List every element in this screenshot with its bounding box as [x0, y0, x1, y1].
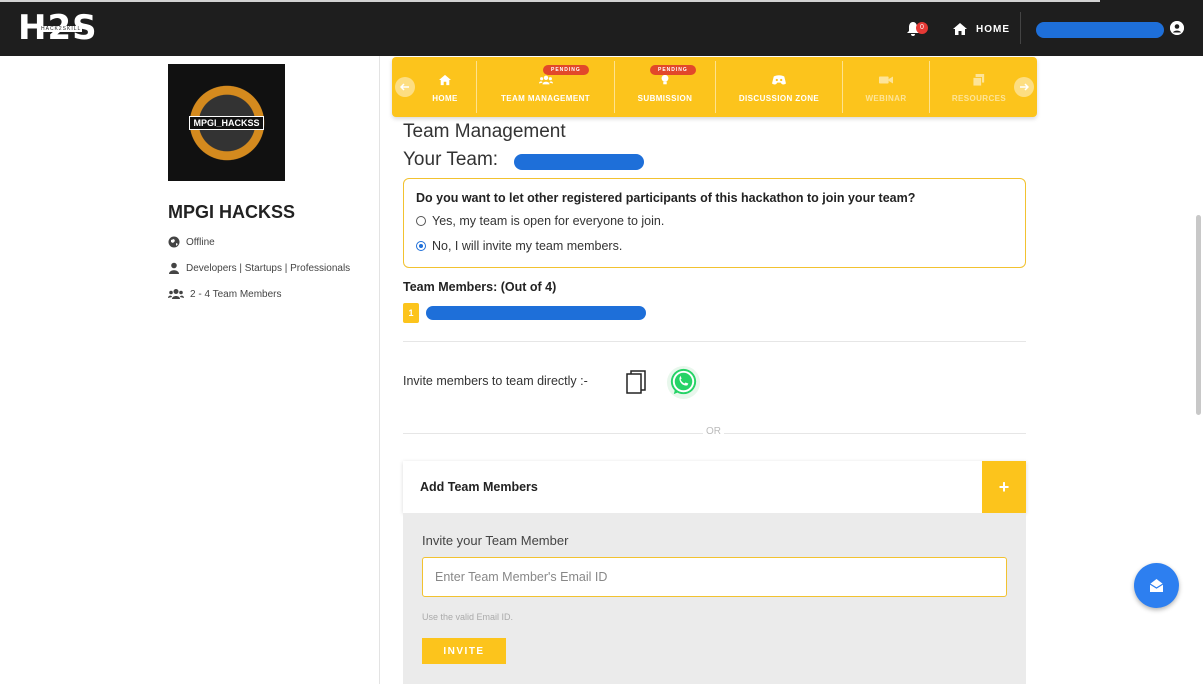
users-icon	[168, 289, 184, 299]
invite-direct-label: Invite members to team directly :-	[403, 374, 588, 388]
notifications-button[interactable]: 0	[906, 18, 932, 40]
user-icon	[169, 262, 179, 274]
tabs-prev-button[interactable]	[395, 77, 415, 97]
tab-resources-label: RESOURCES	[951, 94, 1007, 103]
tab-webinar[interactable]: WEBINAR	[843, 57, 929, 117]
logo-emblem: MPGI_HACKSS	[181, 77, 272, 168]
header-divider	[1020, 12, 1021, 44]
email-hint: Use the valid Email ID.	[422, 612, 514, 622]
section-divider	[403, 341, 1026, 342]
member-email-input[interactable]	[422, 557, 1007, 597]
header-home-label: HOME	[976, 23, 1010, 35]
event-audience: Developers | Startups | Professionals	[168, 262, 350, 274]
notification-badge: 0	[916, 22, 928, 34]
tab-discussion-zone-label: DISCUSSION ZONE	[738, 94, 820, 103]
invite-member-label: Invite your Team Member	[422, 533, 569, 548]
files-icon	[972, 74, 985, 86]
tab-team-management[interactable]: PENDING TEAM MANAGEMENT	[477, 57, 614, 117]
copy-link-icon[interactable]	[626, 370, 646, 394]
pending-badge: PENDING	[543, 65, 589, 75]
hackathon-tabs: HOME PENDING TEAM MANAGEMENT PENDING SUB…	[392, 57, 1037, 117]
event-team-size-label: 2 - 4 Team Members	[190, 288, 282, 300]
users-icon	[538, 75, 553, 85]
event-audience-label: Developers | Startups | Professionals	[186, 262, 351, 274]
tab-submission[interactable]: PENDING SUBMISSION	[615, 57, 715, 117]
event-mode: Offline	[168, 236, 215, 248]
pending-badge: PENDING	[650, 65, 696, 75]
team-visibility-question: Do you want to let other registered part…	[416, 191, 916, 205]
option-open-team[interactable]: Yes, my team is open for everyone to joi…	[416, 214, 664, 228]
chat-fab-button[interactable]	[1134, 563, 1179, 608]
event-team-size: 2 - 4 Team Members	[168, 288, 282, 300]
tab-discussion-zone[interactable]: DISCUSSION ZONE	[716, 57, 842, 117]
logo-subtext: HACK2SKILL	[40, 26, 83, 32]
home-icon	[439, 74, 451, 86]
tab-home[interactable]: HOME	[414, 57, 476, 117]
discord-icon	[772, 75, 786, 85]
tab-webinar-label: WEBINAR	[865, 94, 907, 103]
top-navbar: H2S HACK2SKILL 0 HOME	[0, 0, 1203, 56]
tabs-next-button[interactable]	[1014, 77, 1034, 97]
home-icon	[953, 23, 967, 35]
member-name-redacted	[426, 306, 646, 320]
invite-button[interactable]: INVITE	[422, 638, 506, 664]
invite-member-form: Invite your Team Member Use the valid Em…	[403, 513, 1026, 684]
add-team-members-label: Add Team Members	[420, 480, 538, 494]
event-mode-label: Offline	[186, 236, 215, 248]
add-team-members-panel[interactable]: Add Team Members +	[403, 461, 1026, 513]
option-invite-members-label: No, I will invite my team members.	[432, 239, 623, 253]
radio-open-team[interactable]	[416, 216, 426, 226]
tab-submission-label: SUBMISSION	[637, 94, 693, 103]
tab-team-management-label: TEAM MANAGEMENT	[500, 94, 591, 103]
radio-invite-members[interactable]	[416, 241, 426, 251]
team-name-redacted	[514, 154, 644, 170]
add-member-plus-button[interactable]: +	[982, 461, 1026, 513]
user-icon[interactable]	[1170, 21, 1184, 35]
option-open-team-label: Yes, my team is open for everyone to joi…	[432, 214, 665, 228]
organizer-sidebar: MPGI_HACKSS MPGI HACKSS Offline Develope…	[0, 56, 380, 684]
video-icon	[879, 76, 893, 84]
top-border	[0, 0, 1100, 2]
logo-tag: MPGI_HACKSS	[189, 115, 264, 130]
team-visibility-box: Do you want to let other registered part…	[403, 178, 1026, 268]
page-title: Team Management	[403, 121, 566, 142]
organizer-logo: MPGI_HACKSS	[168, 64, 285, 181]
mail-open-icon	[1149, 579, 1164, 592]
arrow-right-icon	[1020, 83, 1030, 91]
option-invite-members[interactable]: No, I will invite my team members.	[416, 239, 622, 253]
lightbulb-icon	[661, 74, 669, 85]
arrow-left-icon	[399, 83, 409, 91]
user-name-redacted[interactable]	[1036, 22, 1164, 38]
your-team-label: Your Team:	[403, 149, 499, 170]
site-logo[interactable]: H2S HACK2SKILL	[18, 8, 98, 48]
whatsapp-icon[interactable]	[666, 365, 701, 400]
team-members-title: Team Members: (Out of 4)	[403, 280, 557, 294]
or-label: OR	[703, 426, 724, 437]
header-home-link[interactable]: HOME	[952, 18, 1010, 40]
organizer-name: MPGI HACKSS	[168, 202, 296, 222]
member-index-badge: 1	[403, 303, 419, 323]
globe-icon	[168, 236, 180, 248]
page-scrollbar[interactable]	[1196, 215, 1201, 415]
tab-home-label: HOME	[432, 94, 458, 103]
